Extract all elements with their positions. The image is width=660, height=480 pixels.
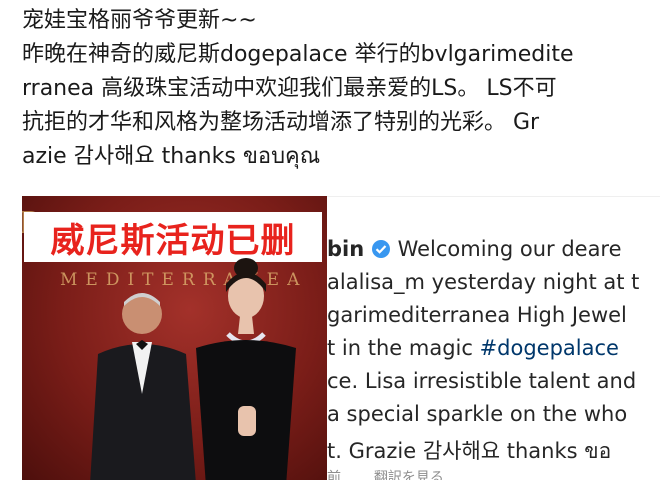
caption-line: bin Welcoming our deare (327, 237, 622, 261)
caption-text: t in the magic (327, 336, 480, 360)
deleted-banner: 威尼斯活动已删 (24, 212, 322, 262)
post-line: rranea 高级珠宝活动中欢迎我们最亲爱的LS。 LS不可 (22, 76, 557, 101)
post-line: 宠娃宝格丽爷爷更新~~ (22, 8, 257, 33)
username[interactable]: bin (327, 237, 364, 261)
caption-line: t in the magic #dogepalace (327, 336, 619, 360)
event-photo[interactable]: B MEDITERRANEA 威尼斯活动已删 (22, 196, 327, 480)
verified-badge-icon (371, 240, 390, 258)
post-time: 前 (327, 470, 341, 480)
instagram-caption: bin Welcoming our deare alalisa_m yester… (327, 229, 660, 480)
woman-figure (196, 258, 296, 480)
post-line: 昨晚在神奇的威尼斯dogepalace 举行的bvlgarimedite (22, 42, 574, 67)
caption-footer: 前 翻訳を見る (327, 467, 444, 480)
caption-line: garimediterranea High Jewel (327, 303, 627, 327)
caption-line: ce. Lisa irresistible talent and (327, 369, 637, 393)
caption-text: Welcoming our deare (397, 237, 622, 261)
translate-link[interactable]: 翻訳を見る (374, 470, 444, 480)
caption-line: t. Grazie 감사해요 thanks ขอ (327, 439, 612, 463)
post-line: azie 감사해요 thanks ขอบคุณ (22, 144, 321, 169)
divider (327, 196, 660, 197)
post-line: 抗拒的才华和风格为整场活动增添了特别的光彩。 Gr (22, 110, 540, 135)
caption-line: alalisa_m yesterday night at t (327, 270, 640, 294)
hashtag-link[interactable]: #dogepalace (480, 336, 619, 360)
caption-line: a special sparkle on the who (327, 402, 628, 426)
post-text: 宠娃宝格丽爷爷更新~~ 昨晚在神奇的威尼斯dogepalace 举行的bvlga… (22, 4, 642, 174)
